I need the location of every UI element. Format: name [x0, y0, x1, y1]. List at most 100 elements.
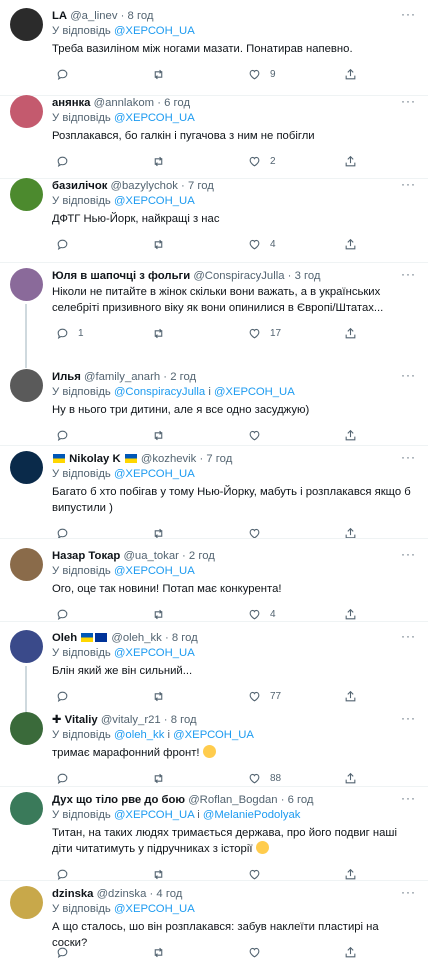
- tweet[interactable]: Дух що тіло рве до бою @Roflan_Bogdan · …: [0, 792, 428, 880]
- display-name[interactable]: Дух що тіло рве до бою: [52, 794, 185, 806]
- more-options-icon[interactable]: ···: [401, 792, 416, 804]
- retweet-button[interactable]: [152, 428, 174, 442]
- reply-button[interactable]: [56, 428, 78, 442]
- share-button[interactable]: [344, 326, 357, 340]
- share-button[interactable]: [344, 67, 357, 81]
- tweet[interactable]: Nikolay K @kozhevik · 7 год ··· У відповід…: [0, 451, 428, 539]
- more-options-icon[interactable]: ···: [401, 178, 416, 190]
- tweet[interactable]: базилічок @bazylychok · 7 год ··· У відпов…: [0, 178, 428, 258]
- display-name[interactable]: LA: [52, 10, 67, 22]
- mention-link[interactable]: @ХЕРСОН_UA: [114, 903, 195, 915]
- display-name[interactable]: Назар Токар: [52, 550, 120, 562]
- reply-button[interactable]: [56, 867, 78, 881]
- more-options-icon[interactable]: ···: [401, 886, 416, 898]
- reply-button[interactable]: 1: [56, 326, 84, 340]
- retweet-button[interactable]: [152, 237, 174, 251]
- retweet-button[interactable]: [152, 67, 174, 81]
- share-button[interactable]: [344, 689, 357, 703]
- share-button[interactable]: [344, 428, 357, 442]
- timestamp[interactable]: 8 год: [128, 10, 154, 22]
- reply-button[interactable]: [56, 945, 78, 959]
- mention-link[interactable]: @ХЕРСОН_UA: [114, 112, 195, 124]
- tweet[interactable]: LA @a_linev · 8 год ··· У відповідь @ХЕРСО…: [0, 8, 428, 88]
- mention-link[interactable]: @ХЕРСОН_UA: [114, 25, 195, 37]
- share-button[interactable]: [344, 607, 357, 621]
- reply-button[interactable]: [56, 237, 78, 251]
- timestamp[interactable]: 3 год: [295, 270, 321, 282]
- share-button[interactable]: [344, 154, 357, 168]
- display-name[interactable]: базилічок: [52, 180, 107, 192]
- more-options-icon[interactable]: ···: [401, 712, 416, 724]
- share-button[interactable]: [344, 867, 357, 881]
- username[interactable]: @Roflan_Bogdan: [188, 794, 277, 806]
- username[interactable]: @ua_tokar: [123, 550, 178, 562]
- like-button[interactable]: 9: [248, 67, 276, 81]
- avatar[interactable]: [10, 178, 43, 211]
- share-button[interactable]: [344, 945, 357, 959]
- avatar[interactable]: [10, 886, 43, 919]
- username[interactable]: @oleh_kk: [111, 632, 161, 644]
- more-options-icon[interactable]: ···: [401, 95, 416, 107]
- reply-button[interactable]: [56, 689, 78, 703]
- tweet[interactable]: Oleh @oleh_kk · 8 год ··· У відповідь @ХЕР…: [0, 630, 428, 714]
- like-button[interactable]: [248, 945, 270, 959]
- mention-link[interactable]: @MelaniePodolyak: [203, 809, 301, 821]
- more-options-icon[interactable]: ···: [401, 268, 416, 280]
- avatar[interactable]: [10, 369, 43, 402]
- timestamp[interactable]: 6 год: [288, 794, 314, 806]
- avatar[interactable]: [10, 8, 43, 41]
- mention-link[interactable]: @ХЕРСОН_UA: [114, 647, 195, 659]
- mention-link[interactable]: @ХЕРСОН_UA: [214, 386, 295, 398]
- display-name[interactable]: анянка: [52, 97, 90, 109]
- more-options-icon[interactable]: ···: [401, 451, 416, 463]
- like-button[interactable]: 77: [248, 689, 281, 703]
- avatar[interactable]: [10, 451, 43, 484]
- avatar[interactable]: [10, 268, 43, 301]
- tweet[interactable]: Илья @family_anarh · 2 год ··· У відповідь…: [0, 369, 428, 449]
- username[interactable]: @family_anarh: [84, 371, 160, 383]
- share-button[interactable]: [344, 237, 357, 251]
- display-name[interactable]: Oleh: [52, 632, 77, 644]
- reply-button[interactable]: [56, 154, 78, 168]
- timestamp[interactable]: 4 год: [156, 888, 182, 900]
- username[interactable]: @a_linev: [70, 10, 117, 22]
- more-options-icon[interactable]: ···: [401, 630, 416, 642]
- avatar[interactable]: [10, 95, 43, 128]
- tweet[interactable]: Юля в шапочці з фольги @ConspiracyJulla …: [0, 268, 428, 368]
- like-button[interactable]: [248, 428, 270, 442]
- avatar[interactable]: [10, 548, 43, 581]
- mention-link[interactable]: @ХЕРСОН_UA: [173, 729, 254, 741]
- mention-link[interactable]: @ConspiracyJulla: [114, 386, 205, 398]
- avatar[interactable]: [10, 792, 43, 825]
- retweet-button[interactable]: [152, 945, 174, 959]
- more-options-icon[interactable]: ···: [401, 369, 416, 381]
- retweet-button[interactable]: [152, 607, 174, 621]
- tweet[interactable]: анянка @annlakom · 6 год ··· У відповідь @…: [0, 95, 428, 175]
- like-button[interactable]: 88: [248, 771, 281, 785]
- username[interactable]: @vitaly_r21: [101, 714, 161, 726]
- display-name[interactable]: Юля в шапочці з фольги: [52, 270, 190, 282]
- timestamp[interactable]: 7 год: [188, 180, 214, 192]
- display-name[interactable]: Илья: [52, 371, 81, 383]
- tweet[interactable]: ✚ Vitaliy @vitaly_r21 · 8 год ··· У відпов…: [0, 712, 428, 792]
- username[interactable]: @dzinska: [97, 888, 147, 900]
- mention-link[interactable]: @ХЕРСОН_UA: [114, 565, 195, 577]
- like-button[interactable]: 4: [248, 237, 276, 251]
- mention-link[interactable]: @ХЕРСОН_UA: [114, 195, 195, 207]
- tweet[interactable]: Назар Токар @ua_tokar · 2 год ··· У відпов…: [0, 548, 428, 628]
- reply-button[interactable]: [56, 67, 78, 81]
- timestamp[interactable]: 2 год: [189, 550, 215, 562]
- tweet[interactable]: dzinska @dzinska · 4 год ··· У відповідь @…: [0, 886, 428, 961]
- avatar[interactable]: [10, 630, 43, 663]
- reply-button[interactable]: [56, 607, 78, 621]
- username[interactable]: @ConspiracyJulla: [193, 270, 284, 282]
- mention-link[interactable]: @ХЕРСОН_UA: [114, 809, 194, 821]
- like-button[interactable]: 17: [248, 326, 281, 340]
- like-button[interactable]: 4: [248, 607, 276, 621]
- mention-link[interactable]: @oleh_kk: [114, 729, 164, 741]
- share-button[interactable]: [344, 771, 357, 785]
- like-button[interactable]: 2: [248, 154, 276, 168]
- like-button[interactable]: [248, 867, 270, 881]
- retweet-button[interactable]: [152, 326, 174, 340]
- retweet-button[interactable]: [152, 689, 174, 703]
